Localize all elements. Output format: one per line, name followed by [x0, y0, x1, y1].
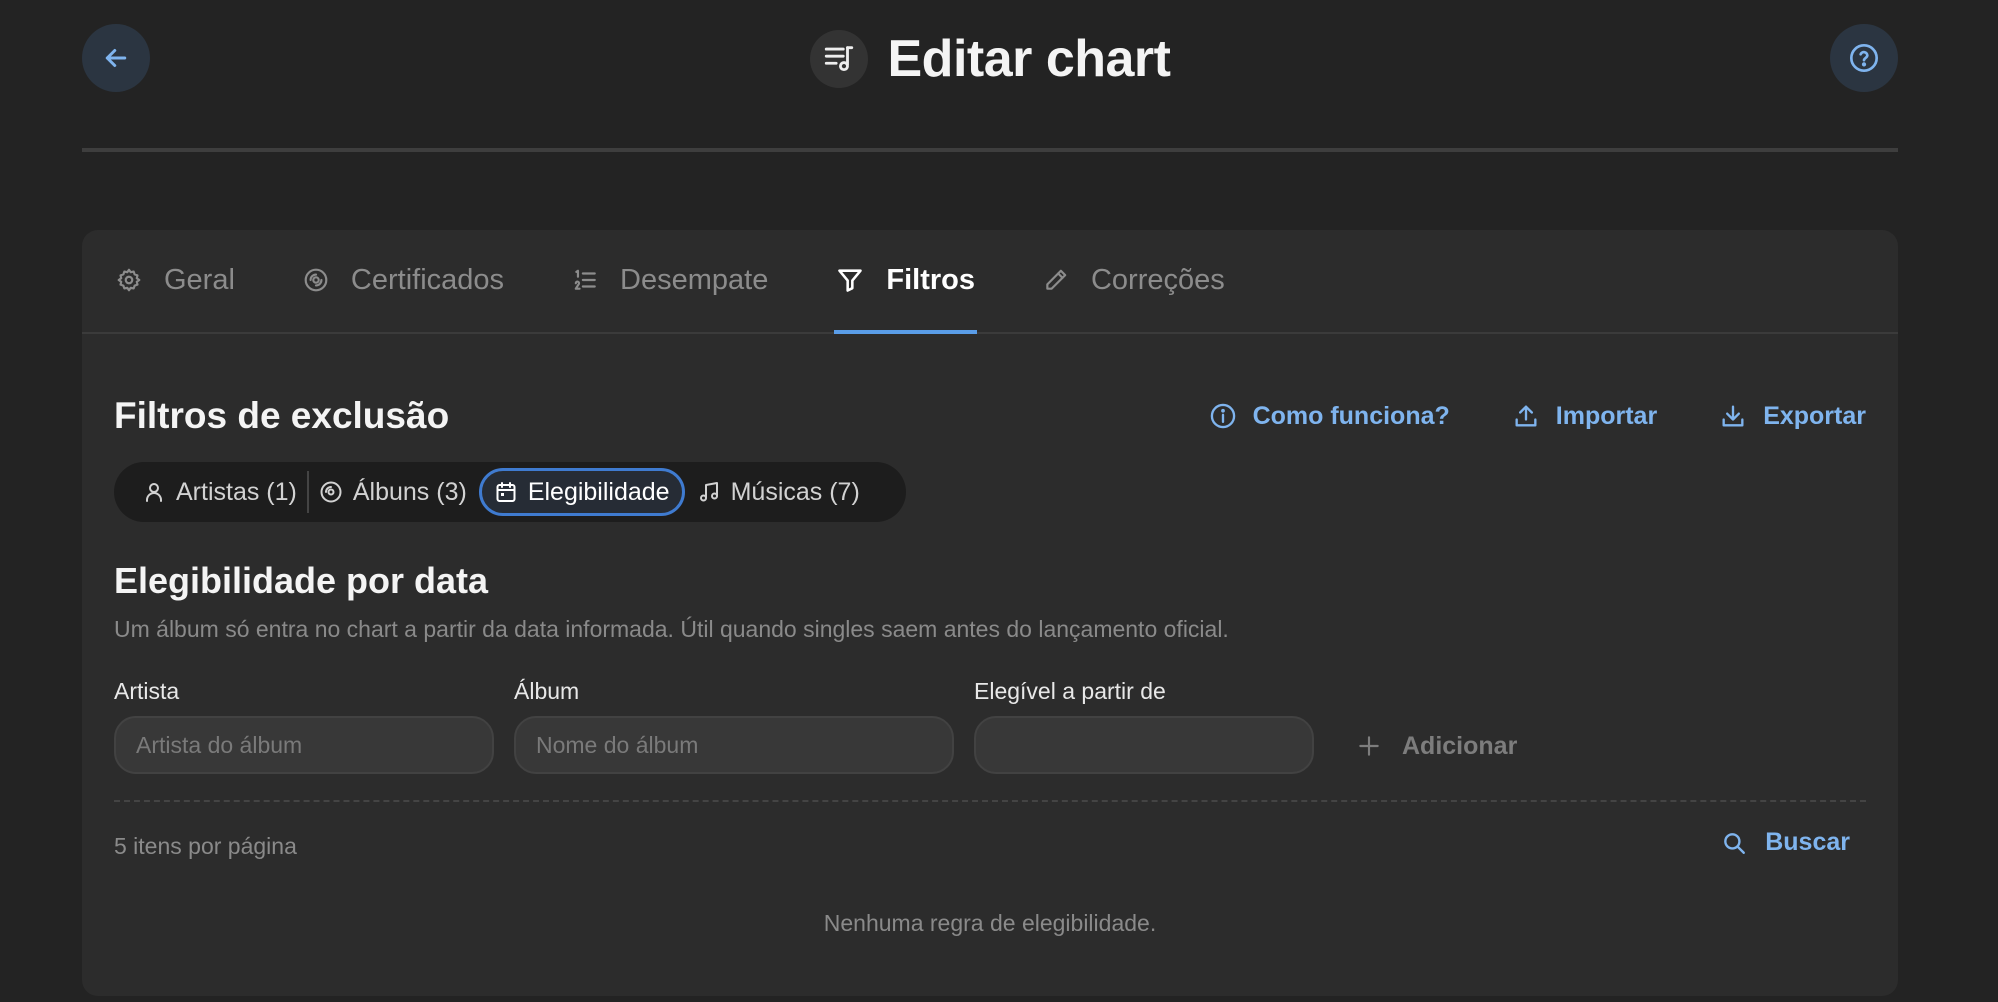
- segment-elegibilidade[interactable]: Elegibilidade: [478, 468, 685, 516]
- ordered-list-icon: [574, 269, 596, 290]
- search-label: Buscar: [1765, 828, 1850, 856]
- filter-segmented-control: Artistas (1) Álbuns (3) Elegibilidade Mú…: [114, 462, 906, 522]
- import-label: Importar: [1555, 401, 1658, 430]
- artist-field-label: Artista: [114, 678, 180, 704]
- album-field-label: Álbum: [514, 678, 580, 704]
- pencil-icon: [1046, 269, 1067, 290]
- export-label: Exportar: [1763, 401, 1866, 430]
- music-note-icon: [699, 482, 718, 502]
- top-bar: Editar chart: [82, 24, 1898, 94]
- dashed-divider: [114, 800, 1866, 802]
- album-input[interactable]: [514, 716, 954, 774]
- date-field-label: Elegível a partir de: [974, 678, 1166, 704]
- settings-card: Geral Certificados Desempate Filtros Cor…: [82, 230, 1898, 996]
- section-header: Filtros de exclusão Como funciona? Impor…: [114, 388, 1866, 444]
- tab-label: Desempate: [620, 263, 769, 296]
- import-button[interactable]: Importar: [1512, 402, 1657, 431]
- tab-label: Correções: [1090, 263, 1225, 296]
- title-area: Editar chart: [82, 24, 1898, 94]
- empty-state-message: Nenhuma regra de elegibilidade.: [823, 910, 1157, 936]
- disc-icon: [320, 481, 342, 503]
- segment-musicas[interactable]: Músicas (7): [687, 468, 870, 516]
- search-icon: [1724, 832, 1746, 854]
- download-icon: [1722, 405, 1744, 427]
- header-divider: [82, 148, 1898, 152]
- tab-bar: Geral Certificados Desempate Filtros Cor…: [82, 230, 1898, 334]
- tab-correcoes[interactable]: Correções: [1041, 230, 1227, 332]
- search-button[interactable]: Buscar: [1721, 828, 1850, 857]
- tab-label: Geral: [164, 263, 235, 296]
- help-button[interactable]: [1830, 24, 1898, 92]
- segment-artistas[interactable]: Artistas (1): [132, 468, 307, 516]
- tab-label: Filtros: [886, 263, 975, 296]
- items-per-page[interactable]: 5 itens por página: [114, 833, 297, 860]
- plus-icon: [1359, 736, 1379, 756]
- how-it-works-button[interactable]: Como funciona?: [1209, 402, 1450, 431]
- export-button[interactable]: Exportar: [1719, 402, 1866, 431]
- upload-icon: [1515, 405, 1537, 427]
- question-circle-icon: [1850, 44, 1878, 72]
- segment-label: Músicas (7): [730, 477, 860, 506]
- disc-icon: [304, 268, 328, 292]
- segment-label: Álbuns (3): [352, 477, 467, 506]
- section-title: Filtros de exclusão: [114, 395, 450, 436]
- add-rule-button[interactable]: Adicionar: [1356, 720, 1517, 772]
- tab-desempate[interactable]: Desempate: [570, 230, 770, 332]
- segment-label: Artistas (1): [176, 477, 297, 506]
- tab-certificados[interactable]: Certificados: [301, 230, 506, 332]
- tab-geral[interactable]: Geral: [114, 230, 237, 332]
- filter-icon: [838, 269, 863, 292]
- segment-albuns[interactable]: Álbuns (3): [309, 468, 477, 516]
- eligibility-title: Elegibilidade por data: [114, 560, 489, 601]
- gear-icon: [117, 268, 141, 292]
- add-label: Adicionar: [1402, 731, 1518, 760]
- tab-label: Certificados: [350, 263, 505, 296]
- music-list-icon: [809, 30, 868, 88]
- user-icon: [146, 483, 162, 502]
- artist-input[interactable]: [114, 716, 494, 774]
- eligibility-description: Um álbum só entra no chart a partir da d…: [114, 616, 1229, 642]
- eligible-date-input[interactable]: [974, 716, 1314, 774]
- calendar-icon: [496, 482, 516, 502]
- segment-label: Elegibilidade: [527, 477, 670, 506]
- info-icon: [1210, 403, 1235, 429]
- page-title: Editar chart: [887, 30, 1171, 88]
- tab-filtros[interactable]: Filtros: [834, 230, 977, 334]
- how-it-works-label: Como funciona?: [1252, 401, 1450, 430]
